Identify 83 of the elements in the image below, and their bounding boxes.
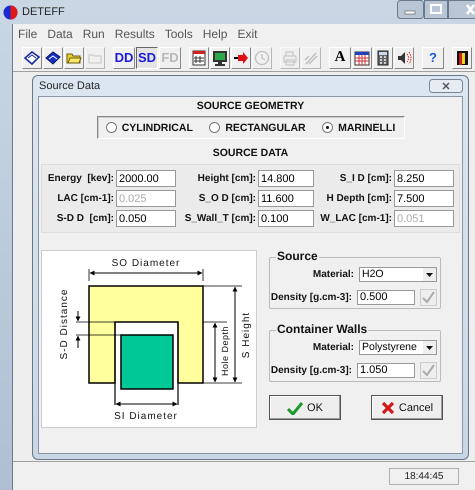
- toolbar-button[interactable]: [394, 46, 414, 68]
- toolbar-button[interactable]: [352, 46, 372, 68]
- speaker-icon: [396, 50, 412, 66]
- field-label: Density [g.cm-3]:: [270, 364, 352, 376]
- field-label: S-D D [cm]:: [56, 213, 114, 224]
- menu-item[interactable]: Results: [114, 27, 155, 41]
- radio-button[interactable]: MARINELLI: [322, 122, 396, 134]
- dropdown-caret-icon[interactable]: [423, 268, 436, 280]
- field-label: Material:: [312, 342, 354, 352]
- field-label: S_O D [cm]:: [198, 193, 256, 204]
- radio-indicator[interactable]: [106, 122, 117, 133]
- maximize-button[interactable]: [424, 0, 448, 19]
- material-dropdown[interactable]: H2O: [359, 266, 437, 282]
- app-logo-icon: [3, 4, 18, 20]
- field-label: S_Wall_T [cm]:: [184, 213, 256, 224]
- toolbar-button[interactable]: [189, 46, 209, 68]
- cross-icon: [380, 400, 395, 414]
- input-field[interactable]: 2000.00: [116, 170, 176, 187]
- toolbar-button[interactable]: [22, 46, 42, 68]
- ok-button[interactable]: OK: [269, 395, 341, 420]
- calendar-icon: [354, 50, 370, 66]
- field-label: LAC [cm-1]:: [56, 193, 114, 204]
- group-title: Container Walls: [276, 322, 368, 336]
- menu-item[interactable]: Data: [47, 27, 73, 41]
- radio-button[interactable]: RECTANGULAR: [209, 122, 306, 134]
- field-label: Density [g.cm-3]:: [270, 292, 352, 302]
- arrow-icon: [233, 50, 249, 66]
- close-button[interactable]: [448, 0, 475, 19]
- clock-icon: [254, 50, 270, 66]
- input-field[interactable]: 0.100: [258, 210, 314, 227]
- cancel-button[interactable]: Cancel: [371, 395, 443, 420]
- dialog-title: Source Data: [38, 80, 100, 92]
- dimension-label: S Height: [241, 312, 252, 358]
- dimension-label: SI Diameter: [114, 411, 178, 422]
- toolbar-button[interactable]: [64, 46, 84, 68]
- document-icon: [191, 50, 207, 66]
- menu-item[interactable]: Tools: [164, 27, 193, 41]
- dimension-label: Hole Depth: [220, 326, 230, 376]
- close-button[interactable]: [429, 79, 463, 93]
- minimize-button[interactable]: [397, 0, 424, 19]
- input-field[interactable]: 14.800: [258, 170, 314, 187]
- menu-item[interactable]: File: [18, 27, 38, 41]
- toolbar-button[interactable]: SD: [136, 46, 158, 68]
- field-label: Height [cm]:: [196, 173, 256, 184]
- toolbar-button[interactable]: DD: [113, 46, 135, 68]
- section-heading: SOURCE GEOMETRY: [196, 100, 304, 114]
- printer-icon: [282, 50, 298, 66]
- toolbar-button[interactable]: [43, 46, 63, 68]
- field-label: Material:: [312, 268, 354, 280]
- field-label: S_I D [cm]:: [338, 173, 392, 184]
- toolbar-button[interactable]: [452, 46, 472, 68]
- check-icon: [287, 400, 304, 414]
- toolbar-button[interactable]: ?: [422, 46, 444, 68]
- check-icon: [422, 364, 435, 376]
- menu-item[interactable]: Help: [202, 27, 228, 41]
- menu-item[interactable]: Exit: [237, 27, 258, 41]
- input-field[interactable]: 0.500: [357, 290, 415, 304]
- field-label: H Depth [cm]:: [325, 193, 392, 204]
- input-field[interactable]: 8.250: [394, 170, 454, 187]
- input-field[interactable]: 7.500: [394, 190, 454, 207]
- material-dropdown[interactable]: Polystyrene: [359, 340, 437, 354]
- toolbar-button[interactable]: [373, 46, 393, 68]
- calculator-icon: [375, 50, 391, 66]
- check-icon: [422, 290, 435, 304]
- monitor-icon: [212, 50, 228, 66]
- dropdown-caret-icon[interactable]: [423, 340, 436, 354]
- radio-indicator[interactable]: [322, 122, 334, 133]
- field-label: W_LAC [cm-1]:: [319, 213, 392, 224]
- field-label: Energy [kev]:: [46, 173, 114, 184]
- dimension-label: SO Diameter: [112, 258, 180, 269]
- dimension-label: S-D Distance: [59, 288, 70, 360]
- group-title: Source: [276, 249, 319, 263]
- input-field[interactable]: 0.050: [116, 210, 176, 227]
- menu-item[interactable]: Run: [82, 27, 105, 41]
- status-time: 18:44:45: [389, 468, 459, 484]
- toolbar-button[interactable]: A: [329, 46, 351, 68]
- window-title: DETEFF: [22, 6, 66, 18]
- radio-indicator[interactable]: [209, 122, 220, 133]
- section-heading: SOURCE DATA: [212, 147, 288, 161]
- input-field[interactable]: 1.050: [357, 362, 415, 378]
- toolbar-button[interactable]: [210, 46, 230, 68]
- input-field[interactable]: 11.600: [258, 190, 314, 207]
- radio-button[interactable]: CYLINDRICAL: [106, 122, 193, 134]
